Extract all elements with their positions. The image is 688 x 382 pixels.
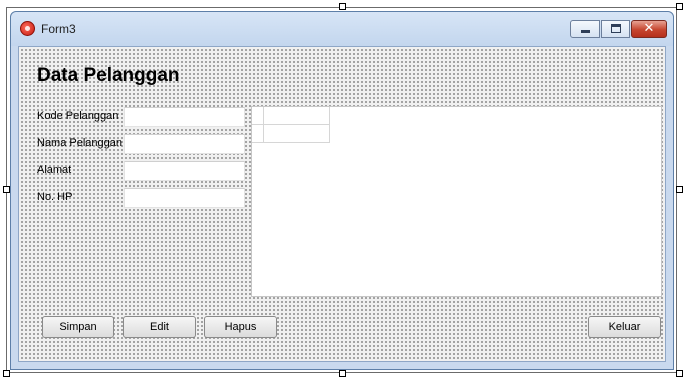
grid-column-header[interactable]: [264, 107, 330, 125]
form-client-area: Data Pelanggan Kode Pelanggan Nama Pelan…: [18, 46, 666, 362]
no-hp-input[interactable]: [124, 188, 245, 208]
grid-row-header[interactable]: [252, 125, 264, 143]
label-alamat: Alamat: [37, 164, 72, 176]
edit-button[interactable]: Edit: [123, 316, 196, 338]
resize-handle-top[interactable]: [339, 3, 346, 10]
minimize-icon: [581, 30, 590, 33]
form-window: Form3 ✕ Data Pelanggan Kode Pelanggan Na…: [10, 11, 674, 370]
resize-handle-left[interactable]: [3, 186, 10, 193]
maximize-button[interactable]: [601, 20, 630, 38]
resize-handle-right[interactable]: [676, 186, 683, 193]
page-title: Data Pelanggan: [37, 65, 180, 86]
keluar-button[interactable]: Keluar: [588, 316, 661, 338]
simpan-button[interactable]: Simpan: [42, 316, 114, 338]
hapus-button[interactable]: Hapus: [204, 316, 277, 338]
grid-corner-header[interactable]: [252, 107, 264, 125]
window-title: Form3: [41, 22, 76, 36]
resize-handle-bottom-left[interactable]: [3, 370, 10, 377]
label-kode-pelanggan: Kode Pelanggan: [37, 110, 119, 122]
close-icon: ✕: [643, 21, 655, 36]
close-button[interactable]: ✕: [631, 20, 667, 38]
label-nama-pelanggan: Nama Pelanggan: [37, 137, 123, 149]
resize-handle-top-right[interactable]: [676, 3, 683, 10]
maximize-icon: [611, 24, 621, 33]
grid-cell[interactable]: [264, 125, 330, 143]
data-grid[interactable]: [251, 106, 662, 297]
minimize-button[interactable]: [570, 20, 600, 38]
title-bar[interactable]: Form3 ✕: [11, 12, 673, 46]
resize-handle-bottom-right[interactable]: [676, 370, 683, 377]
alamat-input[interactable]: [124, 161, 245, 181]
kode-pelanggan-input[interactable]: [124, 107, 245, 127]
nama-pelanggan-input[interactable]: [124, 134, 245, 154]
resize-handle-bottom[interactable]: [339, 370, 346, 377]
app-icon: [20, 21, 35, 36]
label-no-hp: No. HP: [37, 191, 73, 203]
